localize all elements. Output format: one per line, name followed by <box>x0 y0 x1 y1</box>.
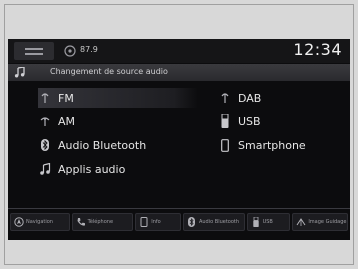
source-label: Smartphone <box>238 138 306 152</box>
shortcut-label: Audio Bluetooth <box>198 218 240 225</box>
source-smartphone[interactable]: Smartphone <box>218 135 338 155</box>
page-title: Changement de source audio <box>50 67 168 76</box>
shortcut-image-guidage[interactable]: Image Guidage <box>292 213 348 231</box>
phone-icon <box>76 217 86 227</box>
divider <box>8 208 350 209</box>
music-note-icon <box>38 162 52 176</box>
smartphone-icon <box>218 138 232 152</box>
radio-icon <box>38 114 52 128</box>
infotainment-screen: 87.9 12:34 Changement de source audio FM… <box>8 39 350 240</box>
title-bar: Changement de source audio <box>8 64 350 81</box>
shortcut-label: Image Guidage <box>308 218 347 225</box>
menu-line-icon <box>25 47 43 50</box>
shortcut-label: Info <box>151 218 161 225</box>
usb-icon <box>251 217 261 227</box>
status-bar: 87.9 12:34 <box>8 39 350 63</box>
shortcut-label: Téléphone <box>87 218 114 225</box>
radio-icon <box>38 91 52 105</box>
music-note-icon <box>14 67 25 78</box>
source-am[interactable]: AM <box>38 111 198 131</box>
usb-icon <box>218 114 232 128</box>
bluetooth-icon <box>187 217 197 227</box>
source-label: USB <box>238 114 261 128</box>
shortcut-usb[interactable]: USB <box>246 213 291 231</box>
radio-icon <box>218 91 232 105</box>
station-frequency: 87.9 <box>80 45 98 54</box>
source-applis-audio[interactable]: Applis audio <box>38 159 198 179</box>
source-dab[interactable]: DAB <box>218 88 338 108</box>
source-label: FM <box>58 91 74 105</box>
info-icon <box>139 217 149 227</box>
shortcut-label: Navigation <box>26 218 53 225</box>
shortcut-navigation[interactable]: Navigation <box>10 213 70 231</box>
shortcut-info[interactable]: Info <box>135 213 181 231</box>
source-label: AM <box>58 114 76 128</box>
source-label: Audio Bluetooth <box>58 138 147 152</box>
shortcut-bar: Navigation Téléphone Info Audio Bluetoot… <box>8 211 350 233</box>
bluetooth-icon <box>38 138 52 152</box>
source-fm[interactable]: FM <box>38 88 198 108</box>
source-audio-bluetooth[interactable]: Audio Bluetooth <box>38 135 198 155</box>
shortcut-audio-bluetooth[interactable]: Audio Bluetooth <box>182 213 245 231</box>
shortcut-phone[interactable]: Téléphone <box>71 213 134 231</box>
clock: 12:34 <box>293 40 342 59</box>
source-usb[interactable]: USB <box>218 111 338 131</box>
source-label: DAB <box>238 91 262 105</box>
shortcut-label: USB <box>262 218 273 225</box>
navigation-icon <box>14 217 24 227</box>
home-button[interactable] <box>14 42 54 60</box>
radio-icon <box>64 45 76 57</box>
source-label: Applis audio <box>58 162 126 176</box>
menu-line-icon <box>25 52 43 55</box>
guide-icon <box>296 217 306 227</box>
